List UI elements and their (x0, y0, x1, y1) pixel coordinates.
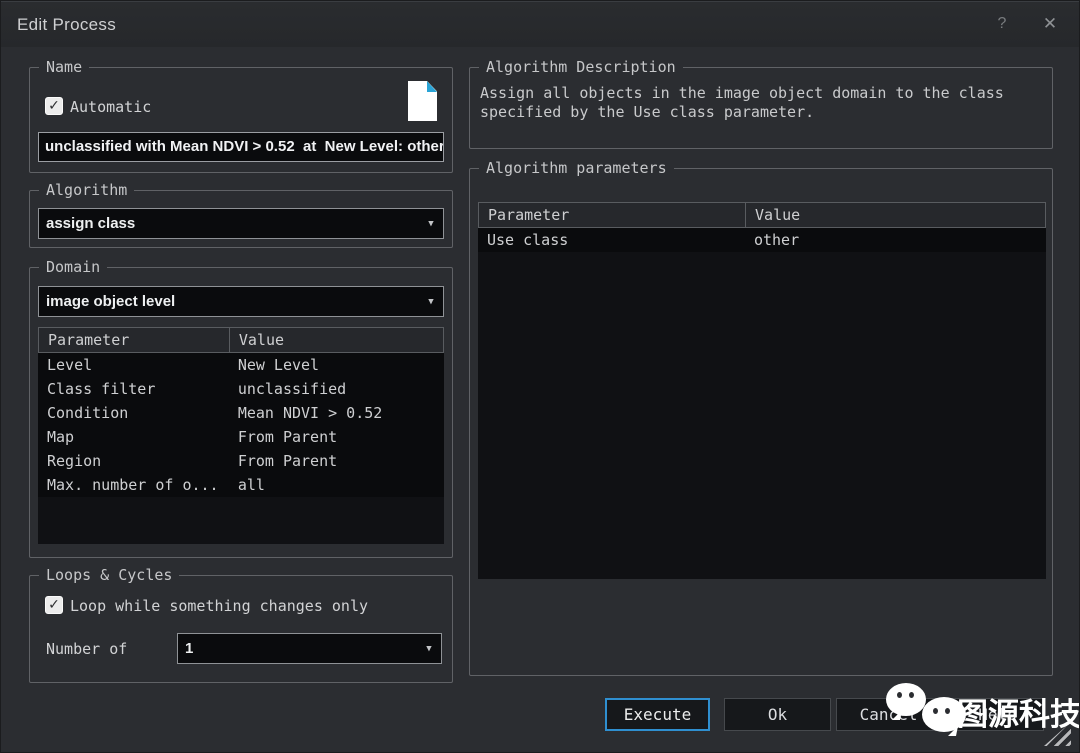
table-header-cell: Parameter (39, 328, 229, 352)
new-document-icon[interactable] (408, 81, 437, 121)
table-row[interactable]: Class filterunclassified (38, 377, 444, 401)
table-cell[interactable]: Mean NDVI > 0.52 (229, 401, 444, 425)
algorithm-selected-value: assign class (39, 215, 419, 232)
number-of-label: Number of (46, 640, 127, 658)
algorithm-description-text: Assign all objects in the image object d… (480, 84, 1042, 122)
number-of-select[interactable]: 1 ▼ (177, 633, 442, 664)
domain-group-label: Domain (39, 258, 107, 276)
table-row[interactable]: ConditionMean NDVI > 0.52 (38, 401, 444, 425)
wechat-eye (897, 692, 902, 698)
table-header-cell: Parameter (479, 203, 745, 227)
close-icon[interactable]: ✕ (1035, 10, 1065, 38)
table-cell[interactable]: Use class (478, 228, 745, 252)
name-group: Name ✓ Automatic unclassified with Mean … (29, 67, 453, 173)
table-cell[interactable]: all (229, 473, 444, 497)
checkmark-icon: ✓ (46, 98, 62, 114)
table-cell[interactable]: Condition (38, 401, 229, 425)
table-header-cell: Value (745, 203, 1045, 227)
dialog-title: Edit Process (17, 15, 116, 35)
execute-button[interactable]: Execute (605, 698, 710, 731)
chevron-down-icon[interactable]: ▼ (419, 219, 443, 229)
wechat-eye (909, 692, 914, 698)
checkmark-icon: ✓ (46, 597, 62, 613)
table-header-row: ParameterValue (478, 202, 1046, 228)
chevron-down-icon[interactable]: ▼ (417, 644, 441, 654)
wechat-logo-icon (886, 683, 926, 716)
domain-group: Domain image object level ▼ ParameterVal… (29, 267, 453, 558)
algorithm-group-label: Algorithm (39, 181, 134, 199)
chevron-down-icon[interactable]: ▼ (419, 297, 443, 307)
table-cell[interactable]: other (745, 228, 1046, 252)
domain-select[interactable]: image object level ▼ (38, 286, 444, 317)
wechat-eye (933, 708, 938, 714)
number-of-value: 1 (178, 640, 417, 657)
table-cell[interactable]: Max. number of o... (38, 473, 229, 497)
domain-parameters-table: ParameterValueLevelNew LevelClass filter… (38, 327, 444, 544)
loop-while-checkbox[interactable]: ✓ (45, 596, 63, 614)
help-icon[interactable]: ? (987, 10, 1017, 38)
algorithm-parameters-group: Algorithm parameters ParameterValueUse c… (469, 168, 1053, 676)
algorithm-parameters-table: ParameterValueUse classother (478, 202, 1046, 579)
automatic-checkbox-label[interactable]: Automatic (70, 98, 151, 116)
algorithm-group: Algorithm assign class ▼ (29, 190, 453, 248)
algorithm-select[interactable]: assign class ▼ (38, 208, 444, 239)
loops-group-label: Loops & Cycles (39, 566, 179, 584)
table-row[interactable]: Use classother (478, 228, 1046, 252)
ok-button[interactable]: Ok (724, 698, 831, 731)
document-fold-corner (427, 81, 437, 92)
edit-process-dialog: Edit Process ? ✕ Name ✓ Automatic unclas… (0, 0, 1080, 753)
parameters-group-label: Algorithm parameters (479, 159, 674, 177)
table-header-cell: Value (229, 328, 443, 352)
table-row[interactable]: LevelNew Level (38, 353, 444, 377)
table-row[interactable]: RegionFrom Parent (38, 449, 444, 473)
table-cell[interactable]: Map (38, 425, 229, 449)
automatic-checkbox[interactable]: ✓ (45, 97, 63, 115)
description-group-label: Algorithm Description (479, 58, 683, 76)
table-row[interactable]: MapFrom Parent (38, 425, 444, 449)
algorithm-description-group: Algorithm Description Assign all objects… (469, 67, 1053, 149)
table-header-row: ParameterValue (38, 327, 444, 353)
table-cell[interactable]: From Parent (229, 449, 444, 473)
table-cell[interactable]: New Level (229, 353, 444, 377)
table-cell[interactable]: Region (38, 449, 229, 473)
name-group-label: Name (39, 58, 89, 76)
watermark-text: 图源科技 (957, 689, 1077, 734)
loop-while-checkbox-label[interactable]: Loop while something changes only (70, 597, 368, 615)
table-cell[interactable]: Level (38, 353, 229, 377)
domain-selected-value: image object level (39, 293, 419, 310)
process-name-input[interactable]: unclassified with Mean NDVI > 0.52 at Ne… (38, 132, 444, 162)
table-cell[interactable]: Class filter (38, 377, 229, 401)
table-cell[interactable]: unclassified (229, 377, 444, 401)
table-row[interactable]: Max. number of o...all (38, 473, 444, 497)
wechat-eye (945, 708, 950, 714)
loops-cycles-group: Loops & Cycles ✓ Loop while something ch… (29, 575, 453, 683)
title-bar[interactable]: Edit Process ? ✕ (1, 1, 1079, 47)
table-cell[interactable]: From Parent (229, 425, 444, 449)
